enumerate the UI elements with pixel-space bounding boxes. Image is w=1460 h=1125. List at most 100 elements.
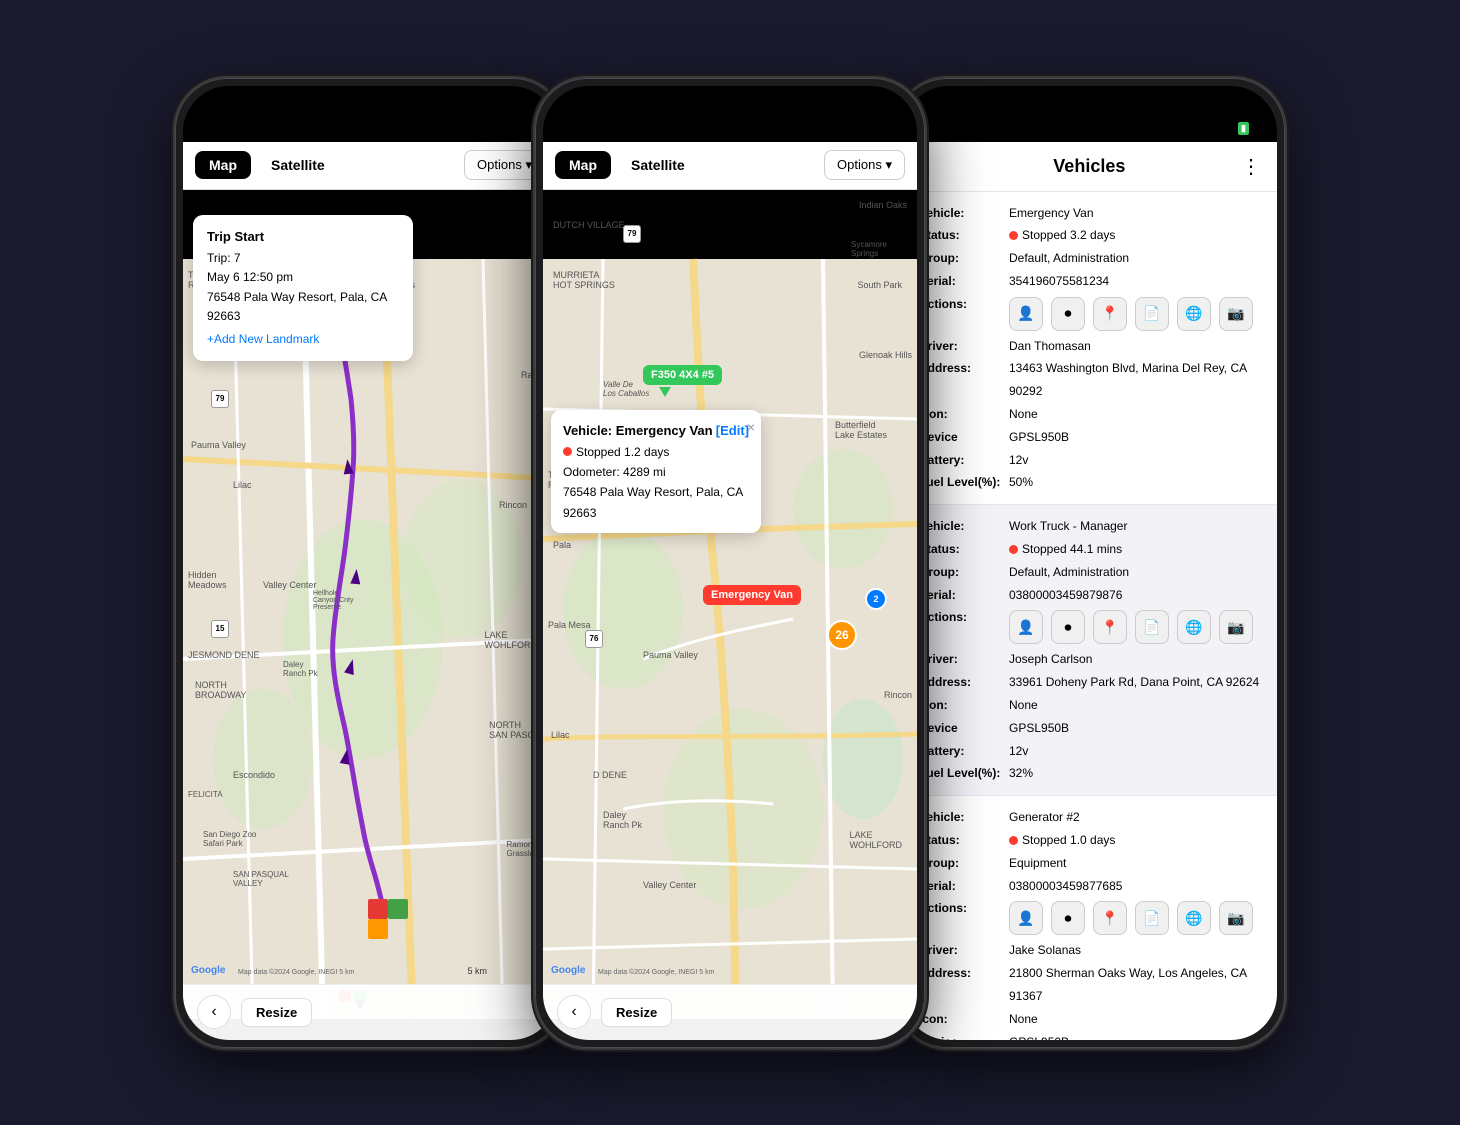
vc-actions-label-2: Actions: — [919, 897, 1009, 939]
popup-address: 76548 Pala Way Resort, Pala, CA 92663 — [563, 482, 749, 523]
vc-icon-value-1: None — [1009, 694, 1261, 717]
action-pin-0[interactable]: 📍 — [1093, 297, 1127, 331]
notch-2 — [670, 98, 790, 132]
action-doc-2[interactable]: 📄 — [1135, 901, 1169, 935]
vc-device-value-0: GPSL950B — [1009, 426, 1261, 449]
back-icon-2: ‹ — [571, 1003, 576, 1021]
popup-edit-link[interactable]: [Edit] — [716, 420, 749, 442]
label-rincon-2: Rincon — [884, 690, 912, 700]
vc-actions-row-0: Actions: 👤 ⏺ 📍 📄 🌐 📷 — [919, 293, 1261, 335]
emergency-van-badge[interactable]: Emergency Van — [703, 585, 801, 605]
popup-status: Stopped 1.2 days — [563, 442, 749, 462]
label-escondido: Escondido — [233, 770, 275, 780]
action-globe-2[interactable]: 🌐 — [1177, 901, 1211, 935]
vc-battery-row-1: Battery: 12v — [919, 740, 1261, 763]
action-doc-0[interactable]: 📄 — [1135, 297, 1169, 331]
label-daley-ranch: DaleyRanch Pk — [283, 660, 318, 678]
action-person-2[interactable]: 👤 — [1009, 901, 1043, 935]
satellite-tab-2[interactable]: Satellite — [617, 151, 699, 179]
label-north: NORTHBROADWAY — [195, 680, 247, 700]
label-daley-2: DaleyRanch Pk — [603, 810, 642, 830]
action-record-1[interactable]: ⏺ — [1051, 610, 1085, 644]
vc-icon-value-0: None — [1009, 403, 1261, 426]
vc-battery-label-1: Battery: — [919, 740, 1009, 763]
status-icons-1: ▲ ▮ — [484, 122, 529, 136]
action-globe-1[interactable]: 🌐 — [1177, 610, 1211, 644]
action-record-2[interactable]: ⏺ — [1051, 901, 1085, 935]
action-doc-1[interactable]: 📄 — [1135, 610, 1169, 644]
f350-badge[interactable]: F350 4X4 #5 — [643, 365, 722, 385]
vc-address-row-2: Address: 21800 Sherman Oaks Way, Los Ang… — [919, 962, 1261, 1008]
action-person-0[interactable]: 👤 — [1009, 297, 1043, 331]
options-btn-2[interactable]: Options ▾ — [824, 150, 905, 180]
label-murrieta: MURRIETAHOT SPRINGS — [553, 270, 615, 290]
back-btn-2[interactable]: ‹ — [557, 995, 591, 1029]
satellite-tab-1[interactable]: Satellite — [257, 151, 339, 179]
vehicles-title: Vehicles — [938, 156, 1241, 177]
label-pala: Pala — [553, 540, 571, 550]
map-credit-1: Map data ©2024 Google, INEGI 5 km — [238, 969, 354, 976]
vc-serial-value-1: 03800003459879876 — [1009, 584, 1261, 607]
options-btn-1[interactable]: Options ▾ — [464, 150, 545, 180]
label-sycamore: SycamoreSprings — [851, 240, 887, 258]
cluster-26[interactable]: 26 — [827, 620, 857, 650]
vc-fuel-value-0: 50% — [1009, 471, 1261, 494]
action-record-0[interactable]: ⏺ — [1051, 297, 1085, 331]
add-landmark-link[interactable]: +Add New Landmark — [207, 330, 399, 349]
action-globe-0[interactable]: 🌐 — [1177, 297, 1211, 331]
vc-serial-label-1: Serial: — [919, 584, 1009, 607]
vc-icon-label-1: Icon: — [919, 694, 1009, 717]
vc-group-value-0: Default, Administration — [1009, 247, 1261, 270]
vc-driver-value-0: Dan Thomasan — [1009, 335, 1261, 358]
trip-number: Trip: 7 — [207, 249, 399, 268]
vc-driver-label-2: Driver: — [919, 939, 1009, 962]
f350-arrow — [659, 387, 671, 397]
status-time-2: 10:00 — [571, 118, 612, 136]
resize-btn-2[interactable]: Resize — [601, 998, 672, 1027]
vc-status-label-0: Status: — [919, 224, 1009, 247]
vc-group-label-2: Group: — [919, 852, 1009, 875]
status-dot-1 — [1009, 545, 1018, 554]
action-pin-2[interactable]: 📍 — [1093, 901, 1127, 935]
popup-close[interactable]: × — [747, 416, 755, 440]
vc-serial-label-0: Serial: — [919, 270, 1009, 293]
map-tab-2[interactable]: Map — [555, 151, 611, 179]
vc-actions-icons-0: 👤 ⏺ 📍 📄 🌐 📷 — [1009, 297, 1253, 331]
vc-group-label-0: Group: — [919, 247, 1009, 270]
vehicle-popup: × Vehicle: Emergency Van [Edit] Stopped … — [551, 410, 761, 534]
action-person-1[interactable]: 👤 — [1009, 610, 1043, 644]
vc-icon-label-2: Icon: — [919, 1008, 1009, 1031]
action-pin-1[interactable]: 📍 — [1093, 610, 1127, 644]
label-national-valley: SAN PASQUALVALLEY — [233, 870, 289, 888]
blue-cluster[interactable]: 2 — [865, 588, 887, 610]
resize-btn-1[interactable]: Resize — [241, 998, 312, 1027]
vc-group-value-1: Default, Administration — [1009, 561, 1261, 584]
vehicles-menu-dots[interactable]: ⋮ — [1241, 154, 1261, 179]
wifi-icon-3: ▲ — [1220, 122, 1232, 136]
vc-group-row-0: Group: Default, Administration — [919, 247, 1261, 270]
trip-date: May 6 12:50 pm — [207, 268, 399, 287]
trip-popup: Trip Start Trip: 7 May 6 12:50 pm 76548 … — [193, 215, 413, 362]
label-indian-oaks: Indian Oaks — [859, 200, 907, 210]
vc-battery-label-0: Battery: — [919, 449, 1009, 472]
label-dutch-village: DUTCH VILLAGE — [553, 220, 625, 230]
status-dot-popup — [563, 447, 572, 456]
battery-icon-2: ▮ — [882, 122, 889, 136]
label-paloma-los-caballos: Valle DeLos Caballos — [603, 380, 649, 398]
action-camera-2[interactable]: 📷 — [1219, 901, 1253, 935]
vc-fuel-row-1: Fuel Level(%): 32% — [919, 762, 1261, 785]
status-icons-3: ▲ ▮ — [1200, 122, 1249, 136]
vc-driver-label-1: Driver: — [919, 648, 1009, 671]
action-camera-1[interactable]: 📷 — [1219, 610, 1253, 644]
vc-battery-row-0: Battery: 12v — [919, 449, 1261, 472]
action-camera-0[interactable]: 📷 — [1219, 297, 1253, 331]
status-dot-2 — [1009, 836, 1018, 845]
back-icon-1: ‹ — [211, 1003, 216, 1021]
map-tab-1[interactable]: Map — [195, 151, 251, 179]
google-logo-1: Google — [191, 965, 225, 976]
vc-status-row-1: Status: Stopped 44.1 mins — [919, 538, 1261, 561]
vc-device-label-2: Device — [919, 1031, 1009, 1040]
popup-odometer: Odometer: 4289 mi — [563, 462, 749, 482]
back-btn-1[interactable]: ‹ — [197, 995, 231, 1029]
vehicle-card-0: Vehicle: Emergency Van Status: Stopped 3… — [903, 192, 1277, 506]
